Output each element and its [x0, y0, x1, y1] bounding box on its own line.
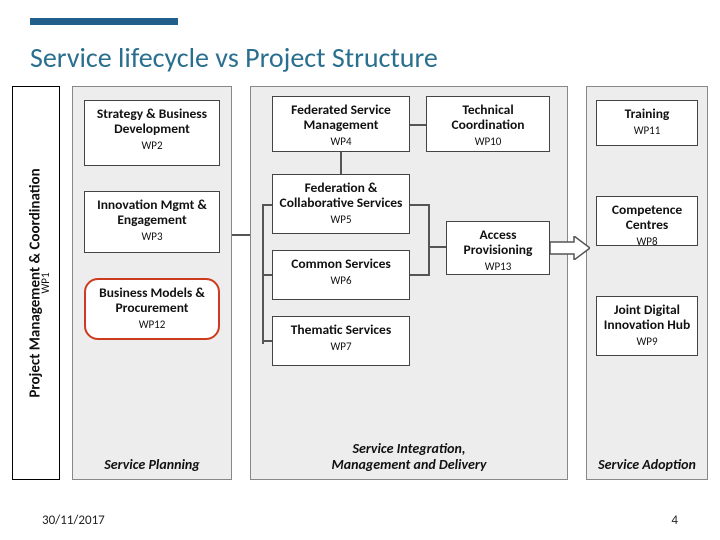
footer-page-number: 4 [671, 513, 678, 528]
connector-line [428, 246, 446, 248]
box-wp10-code: WP10 [433, 135, 543, 148]
box-wp10: Technical Coordination WP10 [426, 96, 550, 152]
phase-planning-label: Service Planning [73, 457, 231, 473]
box-wp9-name: Joint Digital Innovation Hub [603, 302, 691, 332]
box-wp2-name: Strategy & Business Development [91, 106, 213, 136]
arrow-right-icon [550, 236, 590, 260]
phase-integration-label: Service Integration, Management and Deli… [251, 441, 567, 473]
box-wp5: Federation & Collaborative Services WP5 [272, 174, 410, 234]
box-wp8-code: WP8 [603, 235, 691, 248]
connector-line [262, 274, 272, 276]
footer-date: 30/11/2017 [42, 513, 105, 528]
box-wp2: Strategy & Business Development WP2 [84, 100, 220, 166]
box-wp12: Business Models & Procurement WP12 [84, 278, 220, 340]
box-wp4-name: Federated Service Management [279, 102, 403, 132]
connector-line [428, 204, 430, 276]
box-wp4-code: WP4 [279, 135, 403, 148]
box-wp3-name: Innovation Mgmt & Engagement [91, 197, 213, 227]
box-wp13-name: Access Provisioning [453, 227, 543, 257]
connector-line [262, 204, 272, 206]
box-wp12-name: Business Models & Procurement [92, 285, 212, 315]
box-wp3: Innovation Mgmt & Engagement WP3 [84, 191, 220, 253]
box-wp5-name: Federation & Collaborative Services [279, 180, 403, 210]
box-wp9: Joint Digital Innovation Hub WP9 [596, 296, 698, 356]
slide-title: Service lifecycle vs Project Structure [30, 40, 438, 75]
connector-line [262, 340, 272, 342]
box-wp5-code: WP5 [279, 213, 403, 226]
connector-line [232, 234, 250, 236]
connector-line [340, 152, 342, 174]
box-wp11-code: WP11 [603, 124, 691, 137]
box-wp7-code: WP7 [279, 340, 403, 353]
box-wp11-name: Training [603, 106, 691, 121]
box-wp12-code: WP12 [92, 318, 212, 331]
accent-bar [30, 18, 178, 25]
slide: Service lifecycle vs Project Structure P… [0, 0, 720, 540]
box-wp6-name: Common Services [279, 256, 403, 271]
wp1-column: Project Management & Coordination WP1 [12, 86, 60, 480]
box-wp13: Access Provisioning WP13 [446, 221, 550, 275]
box-wp4: Federated Service Management WP4 [272, 96, 410, 152]
box-wp3-code: WP3 [91, 230, 213, 243]
box-wp7: Thematic Services WP7 [272, 316, 410, 366]
box-wp10-name: Technical Coordination [433, 102, 543, 132]
box-wp8: Competence Centres WP8 [596, 196, 698, 246]
connector-line [410, 274, 430, 276]
connector-line [410, 204, 430, 206]
box-wp7-name: Thematic Services [279, 322, 403, 337]
box-wp11: Training WP11 [596, 100, 698, 146]
box-wp6-code: WP6 [279, 274, 403, 287]
box-wp6: Common Services WP6 [272, 250, 410, 300]
diagram: Project Management & Coordination WP1 Se… [12, 86, 708, 498]
phase-adoption-label: Service Adoption [587, 457, 707, 473]
box-wp13-code: WP13 [453, 260, 543, 273]
box-wp9-code: WP9 [603, 335, 691, 348]
box-wp2-code: WP2 [91, 139, 213, 152]
box-wp8-name: Competence Centres [603, 202, 691, 232]
wp1-code: WP1 [39, 272, 52, 293]
connector-line [410, 124, 426, 126]
